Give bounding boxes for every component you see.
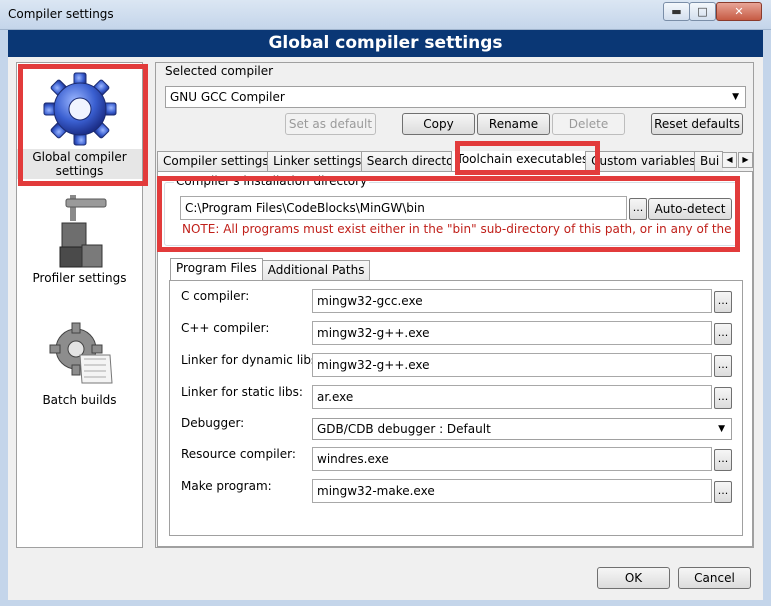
program-label: Resource compiler: [181, 447, 296, 461]
tab-custom-variables[interactable]: Custom variables [585, 151, 696, 171]
tab-scroll-left[interactable]: ◀ [722, 152, 737, 168]
debugger-value: GDB/CDB debugger : Default [317, 422, 491, 436]
selected-compiler-dropdown[interactable]: GNU GCC Compiler ▼ [165, 86, 746, 108]
install-dir-label: Compiler's installation directory [174, 174, 370, 188]
tab-search-directories[interactable]: Search directories [360, 151, 452, 171]
dynamic-linker-browse-button[interactable]: ... [714, 355, 732, 377]
nav-item-global-compiler-settings[interactable]: Global compiler settings [17, 65, 142, 183]
delete-button[interactable]: Delete [552, 113, 625, 135]
install-dir-input[interactable]: C:\Program Files\CodeBlocks\MinGW\bin [180, 196, 627, 220]
nav-item-label: Profiler settings [32, 271, 127, 285]
nav-item-label: Global compiler settings [17, 149, 142, 179]
make-program-browse-button[interactable]: ... [714, 481, 732, 503]
program-subtabs: Program Files Additional Paths [170, 258, 371, 280]
global-settings-panel: Selected compiler GNU GCC Compiler ▼ Set… [155, 62, 754, 548]
debugger-dropdown[interactable]: GDB/CDB debugger : Default ▼ [312, 418, 732, 440]
auto-detect-button[interactable]: Auto-detect [648, 198, 732, 220]
title-bar: Compiler settings ▬ □ ✕ [0, 0, 771, 30]
tab-compiler-settings[interactable]: Compiler settings [157, 151, 269, 171]
tab-build-options[interactable]: Bui [694, 151, 723, 171]
selected-compiler-label: Selected compiler [165, 64, 274, 78]
window-frame-right [763, 30, 771, 606]
gear-icon [17, 65, 142, 146]
settings-tabs: Compiler settings Linker settings Search… [157, 151, 723, 171]
profiler-icon [17, 193, 142, 271]
batch-builds-icon [17, 319, 142, 393]
install-dir-note: NOTE: All programs must exist either in … [182, 222, 732, 236]
resource-compiler-browse-button[interactable]: ... [714, 449, 732, 471]
program-label: Make program: [181, 479, 272, 493]
close-icon: ✕ [734, 5, 744, 18]
ok-button[interactable]: OK [597, 567, 670, 589]
page-banner: Global compiler settings [8, 30, 763, 57]
window-frame-bottom [0, 600, 771, 606]
settings-nav-panel: Global compiler settings Profiler settin… [16, 62, 143, 548]
close-button[interactable]: ✕ [716, 2, 762, 21]
chevron-down-icon: ▼ [732, 92, 739, 102]
maximize-button[interactable]: □ [689, 2, 716, 21]
program-files-page: C compiler: mingw32-gcc.exe ... C++ comp… [169, 280, 743, 536]
cpp-compiler-input[interactable]: mingw32-g++.exe [312, 321, 712, 345]
install-dir-browse-button[interactable]: ... [629, 198, 647, 220]
cpp-compiler-browse-button[interactable]: ... [714, 323, 732, 345]
static-linker-browse-button[interactable]: ... [714, 387, 732, 409]
reset-defaults-button[interactable]: Reset defaults [651, 113, 743, 135]
tab-linker-settings[interactable]: Linker settings [267, 151, 362, 171]
set-as-default-button[interactable]: Set as default [285, 113, 376, 135]
rename-button[interactable]: Rename [477, 113, 550, 135]
toolchain-tab-page: Compiler's installation directory C:\Pro… [157, 171, 753, 547]
subtab-additional-paths[interactable]: Additional Paths [261, 260, 371, 280]
cancel-button[interactable]: Cancel [678, 567, 751, 589]
c-compiler-input[interactable]: mingw32-gcc.exe [312, 289, 712, 313]
nav-item-profiler-settings[interactable]: Profiler settings [17, 193, 142, 293]
window-title: Compiler settings [8, 7, 114, 21]
static-linker-input[interactable]: ar.exe [312, 385, 712, 409]
resource-compiler-input[interactable]: windres.exe [312, 447, 712, 471]
minimize-button[interactable]: ▬ [663, 2, 690, 21]
selected-compiler-value: GNU GCC Compiler [170, 90, 285, 104]
chevron-down-icon: ▼ [718, 424, 725, 434]
program-label: C compiler: [181, 289, 250, 303]
make-program-input[interactable]: mingw32-make.exe [312, 479, 712, 503]
maximize-icon: □ [697, 5, 708, 18]
program-label: C++ compiler: [181, 321, 270, 335]
program-label: Linker for dynamic libs: [181, 353, 322, 367]
dynamic-linker-input[interactable]: mingw32-g++.exe [312, 353, 712, 377]
program-label: Debugger: [181, 416, 245, 430]
c-compiler-browse-button[interactable]: ... [714, 291, 732, 313]
program-label: Linker for static libs: [181, 385, 303, 399]
copy-button[interactable]: Copy [402, 113, 475, 135]
subtab-program-files[interactable]: Program Files [170, 258, 263, 280]
nav-item-batch-builds[interactable]: Batch builds [17, 319, 142, 414]
tab-toolchain-executables[interactable]: Toolchain executables [450, 151, 587, 171]
tab-scroll-right[interactable]: ▶ [738, 152, 753, 168]
minimize-icon: ▬ [671, 5, 682, 18]
nav-item-label: Batch builds [42, 393, 117, 407]
window-frame-left [0, 30, 8, 606]
